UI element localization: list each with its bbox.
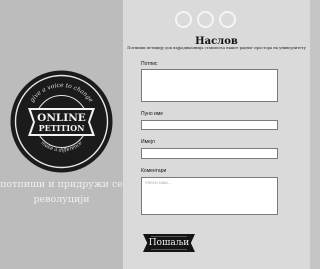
signature-label: Потпис	[141, 61, 158, 67]
step-dot-2[interactable]	[197, 11, 214, 28]
signature-field[interactable]	[141, 69, 278, 97]
tagline-line-1: потпиши и придружи се	[0, 179, 123, 190]
submit-button[interactable]: Пошаљи	[143, 234, 195, 252]
sidebar-tagline: потпиши и придружи се револуцији	[0, 177, 123, 207]
tagline-line-2: револуцији	[33, 194, 90, 205]
progress-dots	[175, 11, 239, 29]
form-subtitle: Потпиши петицију док најрадикалнија став…	[127, 46, 306, 50]
email-input[interactable]	[141, 148, 278, 159]
badge-petition-text: PETITION	[39, 123, 85, 133]
email-label: Имејл	[141, 139, 155, 145]
step-dot-1[interactable]	[175, 11, 192, 28]
signature-field-bottom[interactable]	[141, 95, 278, 102]
online-petition-logo: give a voice to change make a difference…	[10, 70, 113, 173]
comments-textarea[interactable]: Унеси наш...	[141, 177, 278, 215]
comments-placeholder: Унеси наш...	[145, 180, 172, 185]
submit-label: Пошаљи	[148, 238, 190, 248]
comments-label: Коментари	[141, 168, 167, 174]
fullname-input[interactable]	[141, 120, 278, 130]
step-dot-3[interactable]	[219, 11, 236, 28]
fullname-label: Пуно име	[141, 111, 164, 117]
